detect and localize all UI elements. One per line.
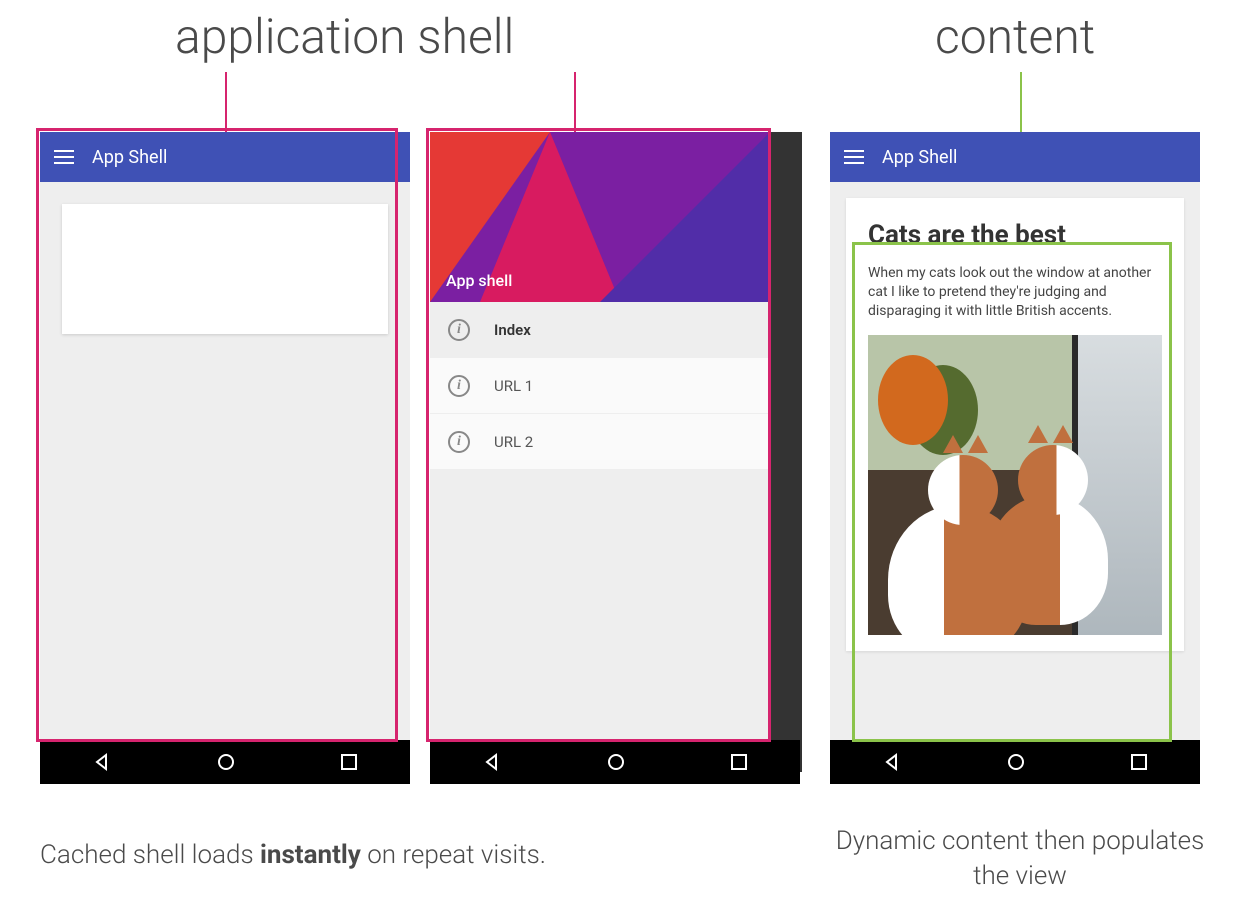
hamburger-icon[interactable] [844,150,864,164]
drawer-header: App shell [430,132,770,302]
drawer-item-url2[interactable]: i URL 2 [430,414,770,470]
article-title: Cats are the best [868,220,1162,250]
drawer-item-label: Index [494,321,531,339]
android-nav-bar [430,740,800,784]
phone-shadow [770,132,802,772]
recent-icon[interactable] [1130,753,1148,771]
app-bar: App Shell [40,132,410,182]
drawer-item-index[interactable]: i Index [430,302,770,358]
phone-shell-empty: App Shell [40,132,410,784]
screen: App Shell Cats are the best When my cats… [830,132,1200,740]
info-icon: i [448,431,470,453]
article-body: When my cats look out the window at anot… [868,264,1162,321]
recent-icon[interactable] [730,753,748,771]
home-icon[interactable] [606,752,626,772]
drawer-header-label: App shell [446,271,512,290]
back-icon[interactable] [882,752,902,772]
content-card: Cats are the best When my cats look out … [846,198,1184,651]
empty-card-placeholder [62,204,388,334]
home-icon[interactable] [1006,752,1026,772]
screen: App shell i Index i URL 1 i URL 2 [430,132,770,740]
screen: App Shell [40,132,410,740]
hamburger-icon[interactable] [54,150,74,164]
home-icon[interactable] [216,752,236,772]
info-icon: i [448,375,470,397]
info-icon: i [448,319,470,341]
drawer-item-label: URL 2 [494,433,533,451]
caption-content: Dynamic content then populates the view [830,824,1210,894]
app-bar-title: App Shell [882,147,957,168]
connector-line [574,72,576,132]
phone-content: App Shell Cats are the best When my cats… [830,132,1200,784]
connector-line [225,72,227,132]
caption-shell: Cached shell loads instantly on repeat v… [40,838,760,873]
android-nav-bar [830,740,1200,784]
app-bar-title: App Shell [92,147,167,168]
phone-shell-drawer: App shell i Index i URL 1 i URL 2 [430,132,770,784]
drawer-item-url1[interactable]: i URL 1 [430,358,770,414]
app-bar: App Shell [830,132,1200,182]
drawer-list: i Index i URL 1 i URL 2 [430,302,770,470]
recent-icon[interactable] [340,753,358,771]
back-icon[interactable] [92,752,112,772]
heading-application-shell: application shell [175,8,514,65]
android-nav-bar [40,740,410,784]
drawer-item-label: URL 1 [494,377,533,395]
article-image-cats [868,335,1162,635]
heading-content: content [935,8,1095,65]
back-icon[interactable] [482,752,502,772]
